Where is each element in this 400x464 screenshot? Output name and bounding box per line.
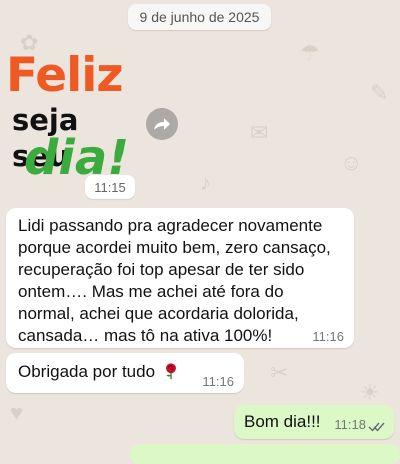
rose-icon: [165, 363, 176, 380]
message-text: Lidi passando pra agradecer novamente po…: [18, 216, 331, 345]
read-double-check-icon: [368, 422, 385, 432]
message-bubble-outgoing[interactable]: Bom dia!!! 11:18: [234, 405, 394, 439]
forward-button[interactable]: [146, 108, 178, 140]
message-timestamp: 11:18: [334, 417, 366, 432]
message-bubble-incoming[interactable]: Obrigada por tudo 11:16: [6, 353, 244, 393]
message-text: Obrigada por tudo: [18, 362, 156, 381]
message-timestamp: 11:16: [312, 329, 344, 344]
sticker-text-feliz: Feliz: [6, 48, 124, 103]
date-chip: 9 de junho de 2025: [128, 4, 271, 30]
message-text: Bom dia!!!: [244, 412, 321, 431]
message-bubble-incoming[interactable]: Lidi passando pra agradecer novamente po…: [6, 208, 354, 348]
sticker-timestamp: 11:15: [85, 175, 135, 199]
sticker-image[interactable]: Feliz seja seu dia!: [6, 48, 141, 182]
forward-icon: [154, 118, 170, 130]
message-bubble-outgoing-partial[interactable]: [130, 444, 400, 464]
message-timestamp: 11:16: [202, 374, 234, 389]
